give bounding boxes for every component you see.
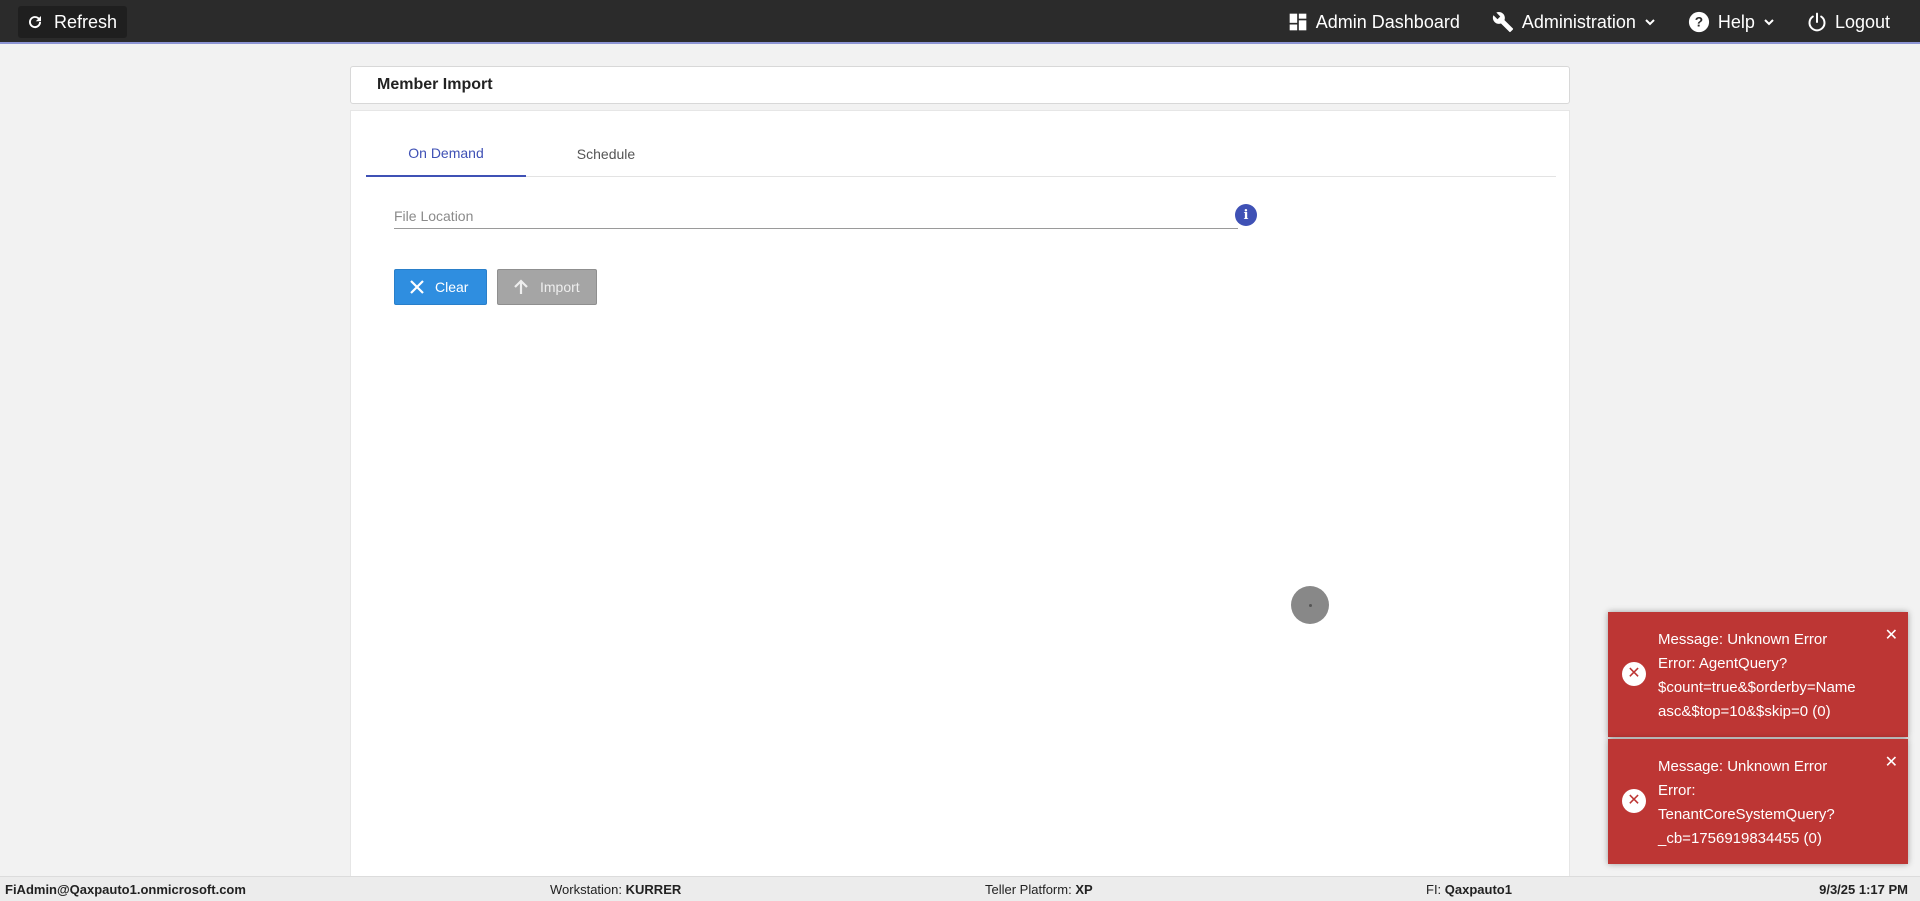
- toast-message: Message: Unknown Error Error: TenantCore…: [1658, 755, 1888, 851]
- teller-value: XP: [1075, 882, 1093, 897]
- fi-label: FI:: [1426, 882, 1442, 897]
- chevron-down-icon: [1645, 19, 1655, 26]
- administration-menu[interactable]: Administration: [1492, 11, 1656, 33]
- tab-on-demand[interactable]: On Demand: [366, 131, 526, 177]
- toast-line: _cb=1756919834455 (0): [1658, 830, 1822, 847]
- admin-dashboard-link[interactable]: Admin Dashboard: [1288, 12, 1460, 33]
- toast-line: Message: Unknown Error: [1658, 758, 1828, 775]
- spinner-dot: [1308, 603, 1312, 607]
- error-toast: ✕ Message: Unknown Error Error: TenantCo…: [1608, 739, 1908, 864]
- error-toast: ✕ Message: Unknown Error Error: AgentQue…: [1608, 612, 1908, 737]
- refresh-label: Refresh: [54, 11, 118, 32]
- footer-fi: FI: Qaxpauto1: [1426, 882, 1512, 897]
- clear-label: Clear: [435, 279, 469, 295]
- help-label: Help: [1717, 11, 1755, 32]
- dashboard-icon: [1289, 13, 1307, 31]
- top-navbar: Refresh Admin Dashboard Administration ?…: [0, 0, 1920, 44]
- page-title: Member Import: [350, 66, 1570, 104]
- error-circle-icon: ✕: [1622, 789, 1646, 813]
- administration-label: Administration: [1521, 11, 1636, 32]
- workstation-label: Workstation:: [550, 882, 623, 897]
- close-icon[interactable]: ✕: [1885, 624, 1898, 648]
- nav-menu: Admin Dashboard Administration ? Help Lo…: [1256, 0, 1890, 44]
- import-button[interactable]: Import: [497, 269, 597, 305]
- footer-datetime: 9/3/25 1:17 PM: [1819, 882, 1908, 897]
- file-location-input[interactable]: [394, 203, 1238, 229]
- toast-line: asc&$top=10&$skip=0 (0): [1658, 703, 1831, 720]
- loading-spinner: [1291, 586, 1329, 624]
- refresh-button[interactable]: Refresh: [18, 6, 128, 38]
- footer-user: FiAdmin@Qaxpauto1.onmicrosoft.com: [5, 882, 246, 897]
- toast-line: $count=true&$orderby=Name: [1658, 679, 1856, 696]
- workstation-value: KURRER: [625, 882, 682, 897]
- logout-link[interactable]: Logout: [1807, 12, 1890, 33]
- close-icon: [410, 280, 424, 294]
- footer-teller-platform: Teller Platform: XP: [985, 882, 1093, 897]
- help-menu[interactable]: ? Help: [1688, 11, 1775, 33]
- toast-message: Message: Unknown Error Error: AgentQuery…: [1658, 628, 1888, 724]
- tab-schedule[interactable]: Schedule: [526, 131, 686, 177]
- refresh-icon: [29, 16, 42, 29]
- toast-line: TenantCoreSystemQuery?: [1658, 806, 1835, 823]
- help-circle-icon: ?: [1688, 11, 1709, 33]
- teller-label: Teller Platform:: [985, 882, 1072, 897]
- close-icon[interactable]: ✕: [1885, 751, 1898, 775]
- toast-line: Error:: [1658, 782, 1696, 799]
- arrow-up-icon: [514, 279, 528, 294]
- clear-button[interactable]: Clear: [394, 269, 487, 305]
- status-footer: FiAdmin@Qaxpauto1.onmicrosoft.com Workst…: [0, 876, 1920, 901]
- svg-text:?: ?: [1695, 15, 1703, 30]
- power-icon: [1808, 12, 1826, 32]
- error-circle-icon: ✕: [1622, 662, 1646, 686]
- admin-dashboard-label: Admin Dashboard: [1315, 11, 1460, 32]
- import-label: Import: [540, 279, 580, 295]
- import-panel: On Demand Schedule i Clear Import: [350, 110, 1570, 876]
- toast-line: Error: AgentQuery?: [1658, 655, 1788, 672]
- footer-workstation: Workstation: KURRER: [550, 882, 681, 897]
- info-icon[interactable]: i: [1235, 204, 1257, 226]
- tab-bar: On Demand Schedule: [366, 131, 1556, 177]
- toast-line: Message: Unknown Error: [1658, 631, 1828, 648]
- wrench-icon: [1492, 12, 1513, 33]
- chevron-down-icon: [1764, 19, 1774, 26]
- logout-label: Logout: [1834, 11, 1890, 32]
- fi-value: Qaxpauto1: [1444, 882, 1512, 897]
